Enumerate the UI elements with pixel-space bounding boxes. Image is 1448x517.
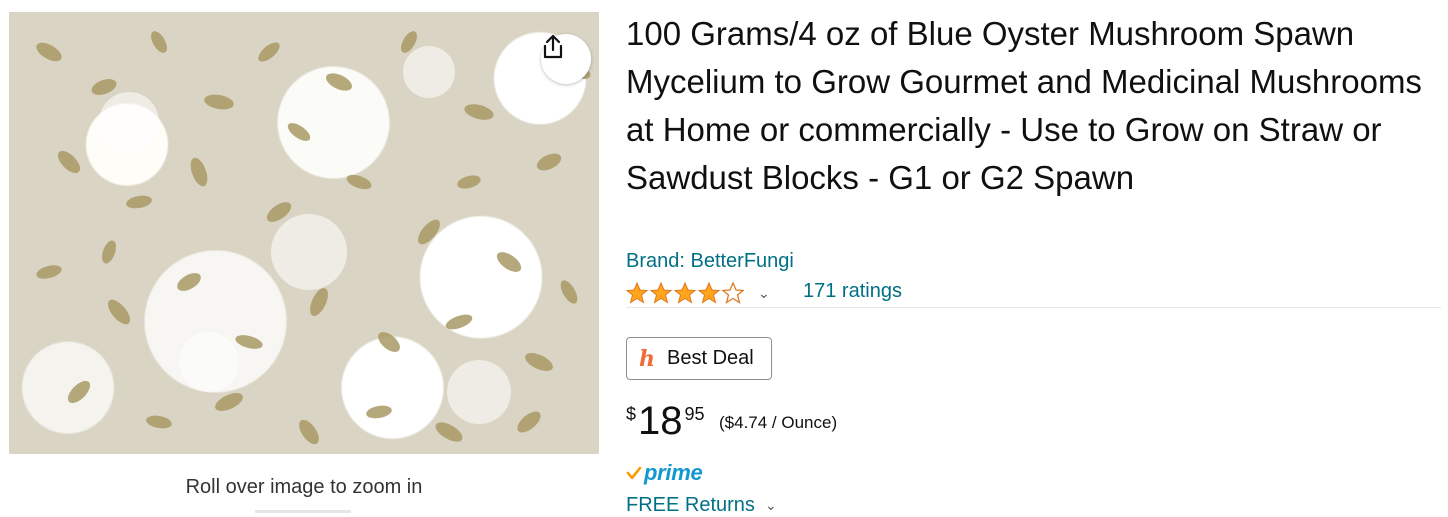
honey-logo-icon: h xyxy=(639,345,655,372)
free-returns-label: FREE Returns xyxy=(626,494,755,516)
price-whole: 18 xyxy=(638,399,683,443)
ratings-count-link[interactable]: 171 ratings xyxy=(803,280,902,303)
price-symbol: $ xyxy=(626,404,637,424)
zoom-hint: Roll over image to zoom in xyxy=(185,476,423,498)
star-empty-icon xyxy=(721,282,744,304)
divider xyxy=(626,307,1441,308)
best-deal-badge[interactable]: h Best Deal xyxy=(626,337,772,380)
price-fraction: 95 xyxy=(684,404,705,424)
star-filled-icon xyxy=(697,282,721,304)
prime-label: prime xyxy=(644,460,703,485)
product-image[interactable] xyxy=(9,12,599,454)
product-title: 100 Grams/4 oz of Blue Oyster Mushroom S… xyxy=(626,15,1422,196)
prime-badge[interactable]: prime xyxy=(626,460,703,486)
chevron-down-icon[interactable]: ⌄ xyxy=(758,285,770,302)
free-returns-link[interactable]: FREE Returns ⌄ xyxy=(626,494,777,517)
rating-stars-dropdown[interactable]: ⌄ xyxy=(626,279,770,307)
price: $ 18 95 xyxy=(626,398,705,444)
share-icon xyxy=(543,34,563,59)
mycelium-grain-texture xyxy=(36,31,591,445)
chevron-down-icon[interactable]: ⌄ xyxy=(765,497,777,514)
star-filled-icon xyxy=(649,282,673,304)
star-rating xyxy=(626,282,744,304)
prime-check-icon xyxy=(626,466,642,480)
star-filled-icon xyxy=(673,282,697,304)
brand-link[interactable]: Brand: BetterFungi xyxy=(626,250,794,273)
star-icons xyxy=(626,282,744,304)
star-filled-icon xyxy=(626,282,649,304)
share-button[interactable] xyxy=(541,34,591,84)
best-deal-label: Best Deal xyxy=(667,347,754,369)
unit-price: ($4.74 / Ounce) xyxy=(719,413,838,432)
